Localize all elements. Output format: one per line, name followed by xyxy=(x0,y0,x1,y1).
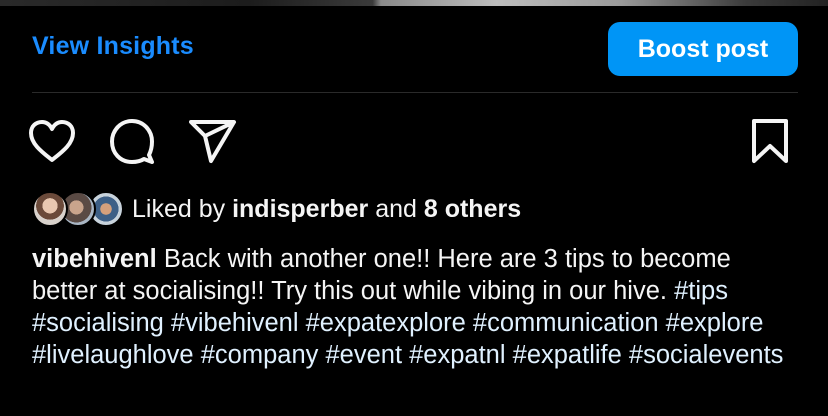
hashtag[interactable]: #expatexplore xyxy=(306,309,466,337)
bookmark-icon[interactable] xyxy=(744,115,796,167)
hashtag[interactable]: #explore xyxy=(666,309,764,337)
share-icon[interactable] xyxy=(186,115,238,167)
boost-post-button[interactable]: Boost post xyxy=(608,22,798,76)
likes-prefix: Liked by xyxy=(132,194,226,223)
hashtag[interactable]: #expatnl xyxy=(409,341,505,369)
comment-icon[interactable] xyxy=(106,115,158,167)
hashtag[interactable]: #livelaughlove xyxy=(32,341,194,369)
likes-joiner: and xyxy=(375,194,417,223)
insights-row: View Insights Boost post xyxy=(32,22,798,76)
hashtag[interactable]: #company xyxy=(201,341,319,369)
hashtag[interactable]: #socialising xyxy=(32,309,164,337)
hashtag[interactable]: #expatlife xyxy=(513,341,622,369)
caption-username[interactable]: vibehivenl xyxy=(32,245,157,273)
likes-others-link[interactable]: 8 others xyxy=(424,195,521,223)
post-actions xyxy=(0,115,828,167)
hashtag[interactable]: #socialevents xyxy=(629,341,784,369)
hashtag[interactable]: #tips xyxy=(674,277,728,305)
view-insights-link[interactable]: View Insights xyxy=(32,32,194,61)
liker-username[interactable]: indisperber xyxy=(232,195,368,223)
avatar xyxy=(32,191,68,227)
hashtag[interactable]: #event xyxy=(325,341,402,369)
hashtag[interactable]: #vibehivenl xyxy=(171,309,299,337)
divider xyxy=(32,92,798,93)
likes-text: Liked by indisperber and 8 others xyxy=(132,195,521,224)
liker-avatars[interactable] xyxy=(32,191,124,227)
post-caption: vibehivenl Back with another one!! Here … xyxy=(32,243,802,371)
post-media-edge xyxy=(0,0,828,6)
likes-summary: Liked by indisperber and 8 others xyxy=(32,190,521,228)
heart-icon[interactable] xyxy=(26,115,78,167)
hashtag[interactable]: #communication xyxy=(473,309,659,337)
